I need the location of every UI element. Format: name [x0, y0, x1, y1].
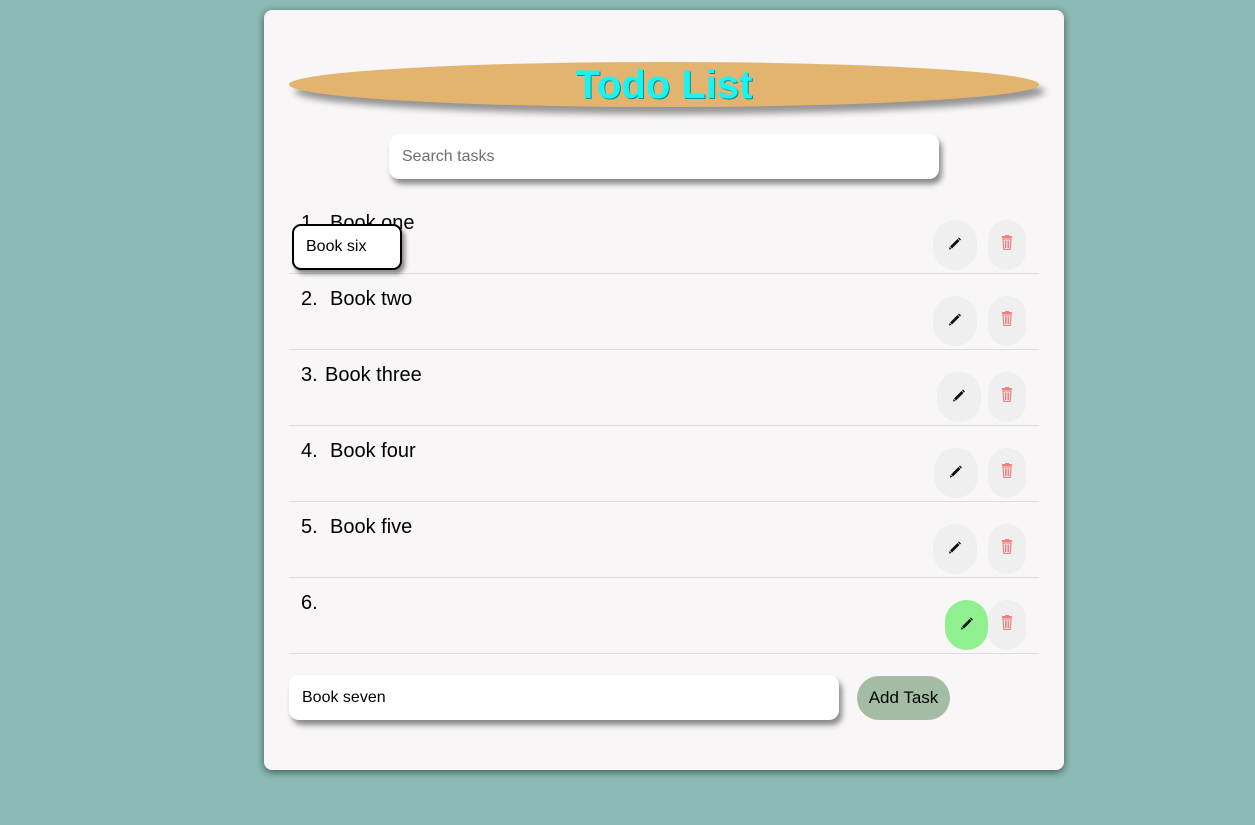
new-task-input[interactable] — [289, 675, 839, 720]
delete-button[interactable] — [988, 296, 1026, 346]
delete-button[interactable] — [988, 600, 1026, 650]
task-list: 1. Book one 2. Book two 3. Book three 4.… — [289, 198, 1039, 654]
edit-button[interactable] — [933, 524, 977, 574]
list-item: 2. Book two — [289, 274, 1039, 350]
trash-icon — [1001, 539, 1013, 559]
list-item: 4. Book four — [289, 426, 1039, 502]
pencil-icon — [948, 463, 964, 484]
task-label: Book two — [330, 288, 413, 310]
delete-button[interactable] — [988, 448, 1026, 498]
edit-button[interactable] — [937, 372, 981, 422]
delete-button[interactable] — [988, 524, 1026, 574]
edit-button[interactable] — [933, 296, 977, 346]
trash-icon — [1001, 387, 1013, 407]
pencil-icon — [951, 387, 967, 408]
trash-icon — [1001, 235, 1013, 255]
pencil-icon — [947, 235, 963, 256]
pencil-icon — [947, 539, 963, 560]
edit-task-input[interactable] — [292, 224, 402, 270]
trash-icon — [1001, 615, 1013, 635]
task-number: 4. — [301, 440, 318, 462]
pencil-icon — [947, 311, 963, 332]
list-item: 6. — [289, 578, 1039, 654]
delete-button[interactable] — [988, 372, 1026, 422]
task-label: Book four — [330, 440, 416, 462]
todo-card: Todo List 1. Book one 2. Book two — [264, 10, 1064, 770]
list-item: 5. Book five — [289, 502, 1039, 578]
trash-icon — [1001, 311, 1013, 331]
edit-button[interactable] — [934, 448, 978, 498]
task-label: Book five — [330, 516, 413, 538]
task-number: 3. — [301, 364, 318, 386]
list-item: 3. Book three — [289, 350, 1039, 426]
task-number: 5. — [301, 516, 318, 538]
search-input[interactable] — [389, 134, 939, 179]
edit-button[interactable] — [945, 600, 988, 650]
trash-icon — [1001, 463, 1013, 483]
task-number: 2. — [301, 288, 318, 310]
edit-button[interactable] — [933, 220, 977, 270]
add-task-button[interactable]: Add Task — [857, 676, 950, 720]
pencil-icon — [959, 615, 975, 636]
page-title: Todo List — [575, 63, 753, 107]
delete-button[interactable] — [988, 220, 1026, 270]
task-label: Book three — [325, 364, 422, 386]
task-number: 6. — [301, 592, 318, 614]
